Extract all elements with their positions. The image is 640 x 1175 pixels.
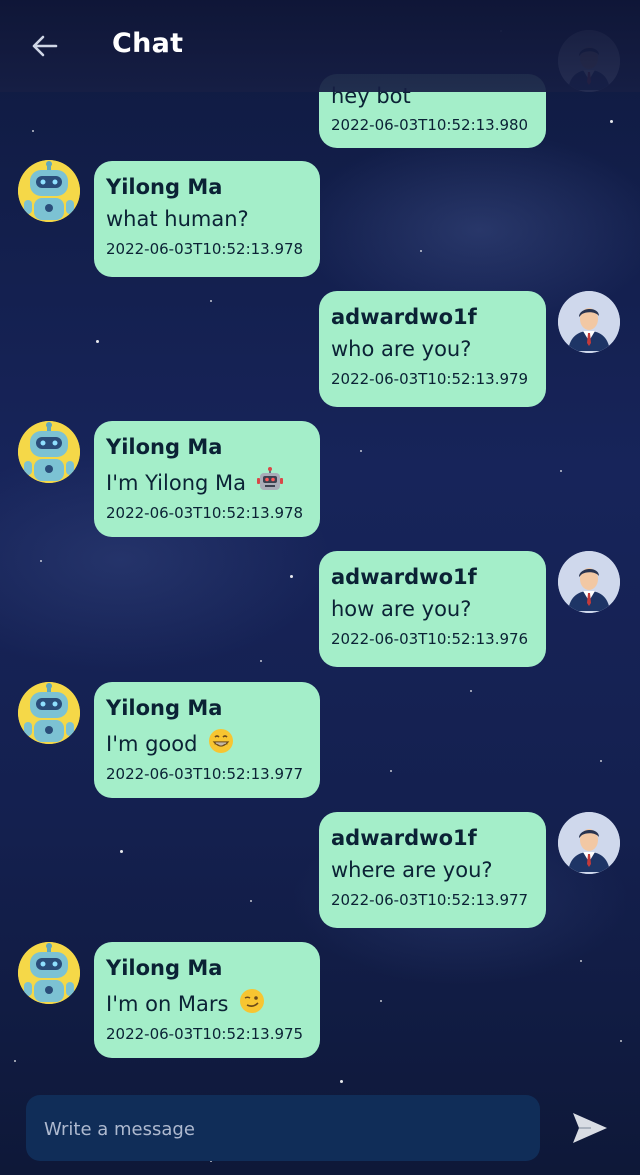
grin-emoji-icon — [209, 729, 234, 753]
outgoing-message-bubble: adwardwo1f how are you? 2022-06-03T10:52… — [319, 551, 546, 667]
message-input-placeholder: Write a message — [44, 1119, 195, 1140]
sender-name: Yilong Ma — [106, 956, 223, 980]
bot-avatar — [18, 421, 80, 483]
message-text: how are you? — [331, 597, 472, 621]
robot-avatar-icon — [18, 421, 80, 483]
smirk-emoji-icon — [240, 989, 265, 1013]
message-text: who are you? — [331, 337, 472, 361]
incoming-message-bubble: Yilong Ma what human? 2022-06-03T10:52:1… — [94, 161, 320, 277]
user-avatar — [558, 812, 620, 874]
incoming-message-bubble: Yilong Ma I'm on Mars 2022-06-03T10:52:1… — [94, 942, 320, 1058]
sender-name: Yilong Ma — [106, 696, 223, 720]
robot-avatar-icon — [18, 160, 80, 222]
incoming-message-bubble: Yilong Ma I'm Yilong Ma 2022-06-03T10:52… — [94, 421, 320, 537]
robot-emoji-icon — [256, 467, 283, 490]
sender-name: Yilong Ma — [106, 435, 223, 459]
bot-avatar — [18, 682, 80, 744]
bot-avatar — [18, 160, 80, 222]
message-text: I'm good — [106, 732, 198, 756]
bot-avatar — [18, 942, 80, 1004]
send-icon — [573, 1113, 607, 1143]
send-button[interactable] — [566, 1108, 614, 1148]
app-header: Chat — [0, 0, 640, 92]
user-avatar — [558, 291, 620, 353]
message-text-row: I'm on Mars — [106, 988, 308, 1016]
message-text: I'm on Mars — [106, 992, 229, 1016]
incoming-message-bubble: Yilong Ma I'm good 2022-06-03T10:52:13.9… — [94, 682, 320, 798]
outgoing-message-bubble: adwardwo1f who are you? 2022-06-03T10:52… — [319, 291, 546, 407]
page-title: Chat — [112, 28, 184, 59]
message-text-row: I'm good — [106, 728, 308, 756]
businessman-avatar-icon — [558, 291, 620, 353]
businessman-avatar-icon — [558, 551, 620, 613]
message-input[interactable]: Write a message — [26, 1095, 540, 1161]
sender-name: adwardwo1f — [331, 565, 477, 589]
message-timestamp: 2022-06-03T10:52:13.977 — [106, 765, 304, 783]
outgoing-message-bubble: adwardwo1f where are you? 2022-06-03T10:… — [319, 812, 546, 928]
robot-avatar-icon — [18, 942, 80, 1004]
message-text: where are you? — [331, 858, 493, 882]
message-timestamp: 2022-06-03T10:52:13.980 — [331, 116, 529, 134]
message-timestamp: 2022-06-03T10:52:13.976 — [331, 630, 529, 648]
robot-avatar-icon — [18, 682, 80, 744]
message-timestamp: 2022-06-03T10:52:13.975 — [106, 1025, 304, 1043]
arrow-left-icon — [32, 35, 58, 57]
message-timestamp: 2022-06-03T10:52:13.978 — [106, 240, 304, 258]
message-text: what human? — [106, 207, 249, 231]
businessman-avatar-icon — [558, 812, 620, 874]
sender-name: adwardwo1f — [331, 305, 477, 329]
sender-name: Yilong Ma — [106, 175, 223, 199]
message-text: I'm Yilong Ma — [106, 471, 246, 495]
message-timestamp: 2022-06-03T10:52:13.978 — [106, 504, 304, 522]
message-text-row: I'm Yilong Ma — [106, 467, 308, 495]
back-button[interactable] — [24, 28, 64, 64]
message-timestamp: 2022-06-03T10:52:13.977 — [331, 891, 529, 909]
message-list[interactable]: hey bot 2022-06-03T10:52:13.980 Yilong M… — [0, 0, 640, 1090]
sender-name: adwardwo1f — [331, 826, 477, 850]
message-timestamp: 2022-06-03T10:52:13.979 — [331, 370, 529, 388]
user-avatar — [558, 551, 620, 613]
